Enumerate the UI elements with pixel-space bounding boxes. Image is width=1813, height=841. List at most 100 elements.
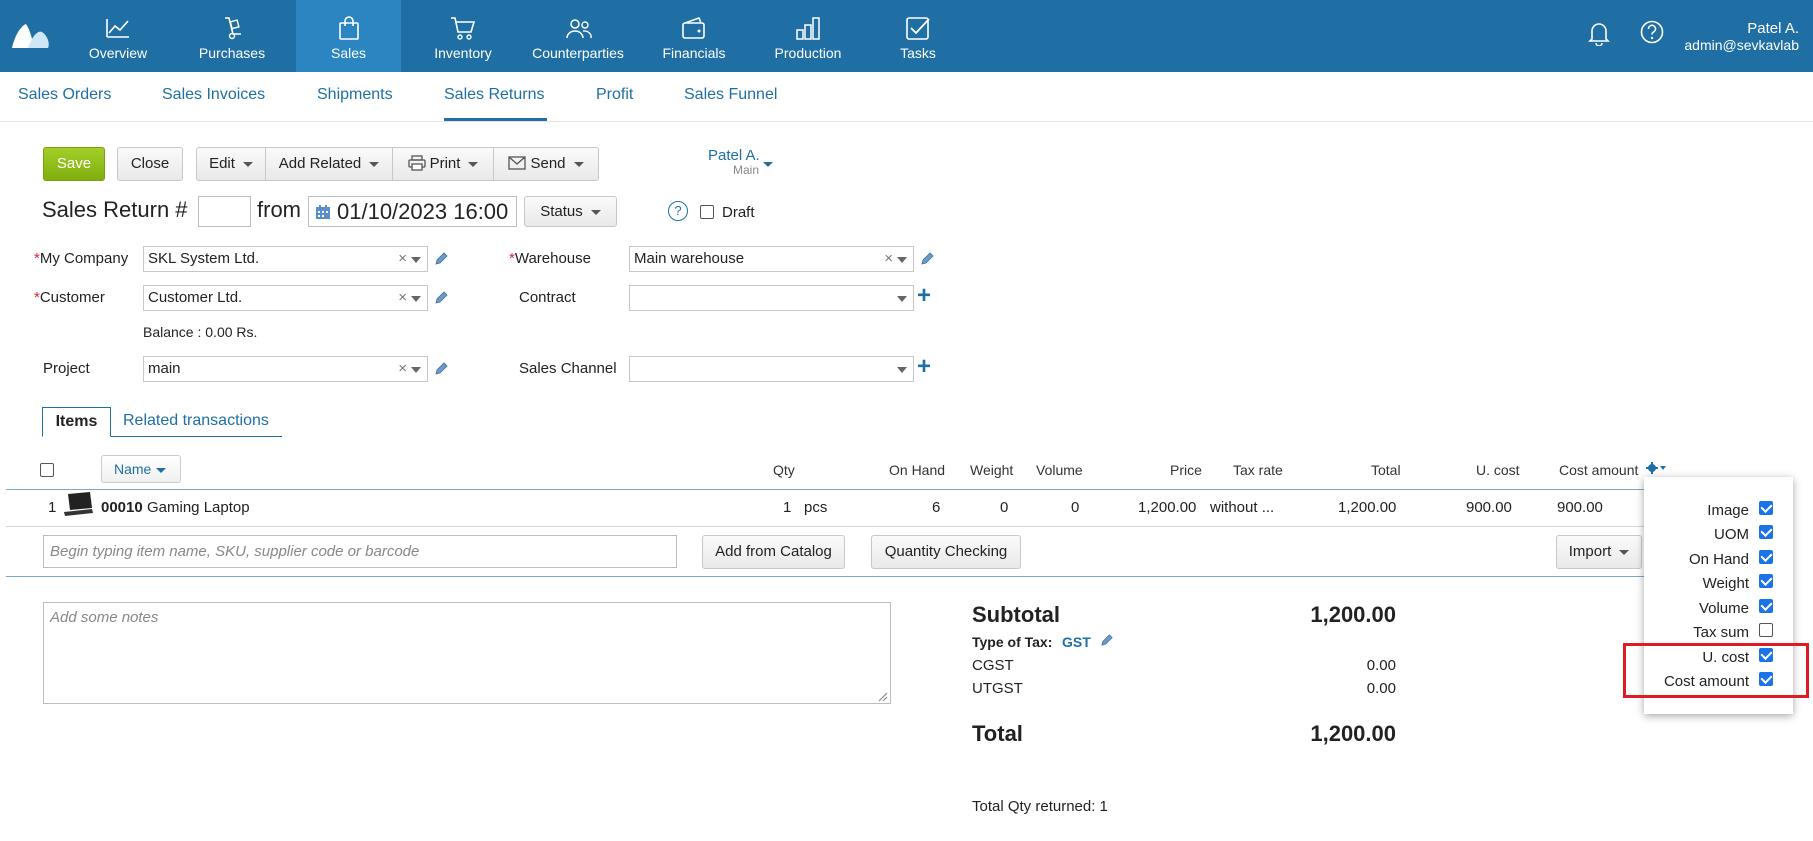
dropdown-arrow-icon[interactable] [897,296,907,302]
dropdown-arrow-icon[interactable] [411,257,421,263]
col-header-volume[interactable]: Volume [1036,462,1083,478]
col-header-tax-rate[interactable]: Tax rate [1233,462,1283,478]
contract-select[interactable] [629,285,914,311]
pencil-icon[interactable] [434,290,449,305]
tab-items[interactable]: Items [42,407,111,437]
add-related-dropdown[interactable]: Add Related [265,147,393,181]
send-dropdown[interactable]: Send [493,147,599,181]
pencil-icon[interactable] [434,361,449,376]
subnav-profit[interactable]: Profit [596,86,633,104]
clear-icon[interactable]: × [398,357,407,381]
sales-channel-select[interactable] [629,356,914,382]
owner-selector[interactable]: Patel A. [708,147,760,164]
add-sales-channel-icon[interactable]: + [917,353,931,381]
dropdown-arrow-icon[interactable] [411,296,421,302]
image-column-checkbox[interactable] [1759,501,1773,515]
add-contract-icon[interactable]: + [917,282,931,310]
close-button[interactable]: Close [117,147,183,181]
item-cost-amount: 900.00 [1557,499,1603,516]
subnav-sales-returns[interactable]: Sales Returns [444,86,545,104]
subnav-sales-invoices[interactable]: Sales Invoices [162,86,265,104]
popup-item-label: On Hand [1688,551,1749,568]
item-qty[interactable]: 1 [783,499,791,516]
dropdown-arrow-icon[interactable] [897,367,907,373]
col-header-u-cost[interactable]: U. cost [1476,462,1520,478]
date-input[interactable]: 01/10/2023 16:00 [308,196,517,227]
user-email[interactable]: admin@sevkavlab [1684,37,1799,53]
volume-column-checkbox[interactable] [1759,599,1773,613]
user-name[interactable]: Patel A. [1747,20,1799,37]
qty-returned-text: Total Qty returned: 1 [972,798,1108,815]
sales-subnav: Sales Orders Sales Invoices Shipments Sa… [0,72,1813,122]
edit-dropdown[interactable]: Edit [196,147,266,181]
nav-tasks[interactable]: Tasks [861,0,975,72]
warehouse-select[interactable]: Main warehouse × [629,246,914,272]
tab-related-transactions[interactable]: Related transactions [123,407,269,437]
clear-icon[interactable]: × [398,247,407,271]
bell-icon[interactable] [1588,20,1610,46]
nav-sales[interactable]: Sales [296,0,401,72]
nav-purchases[interactable]: Purchases [175,0,289,72]
col-header-qty[interactable]: Qty [773,462,795,478]
item-sku[interactable]: 00010 [101,499,143,516]
add-from-catalog-button[interactable]: Add from Catalog [702,535,845,569]
subnav-shipments[interactable]: Shipments [317,86,393,104]
return-number-input[interactable] [198,196,251,227]
laptop-thumbnail-icon[interactable] [62,492,94,516]
clear-icon[interactable]: × [884,247,893,271]
dropdown-arrow-icon[interactable] [897,257,907,263]
clear-icon[interactable]: × [398,286,407,310]
nav-overview[interactable]: Overview [61,0,175,72]
quantity-checking-button[interactable]: Quantity Checking [871,535,1021,569]
help-icon[interactable] [1640,20,1664,44]
nav-inventory[interactable]: Inventory [406,0,520,72]
status-dropdown[interactable]: Status [524,196,617,227]
col-header-cost-amount[interactable]: Cost amount [1559,462,1638,478]
chevron-down-icon[interactable] [763,162,773,167]
save-button[interactable]: Save [43,147,105,181]
nav-production[interactable]: Production [751,0,865,72]
on-hand-column-checkbox[interactable] [1759,550,1773,564]
name-sort-button[interactable]: Name [101,455,181,483]
settings-gear-icon[interactable] [1646,462,1666,474]
select-all-checkbox[interactable] [40,463,54,477]
tax-sum-column-checkbox[interactable] [1759,623,1773,637]
item-price[interactable]: 1,200.00 [1138,499,1196,516]
notes-textarea[interactable]: Add some notes [43,602,891,704]
calendar-icon[interactable] [315,204,331,220]
customer-select[interactable]: Customer Ltd. × [143,285,428,311]
nav-label: Overview [88,45,148,61]
col-header-on-hand[interactable]: On Hand [889,462,945,478]
import-dropdown[interactable]: Import [1556,535,1642,569]
chevron-down-icon [468,161,479,167]
dropdown-arrow-icon[interactable] [411,367,421,373]
item-tax-rate[interactable]: without ... [1210,499,1274,516]
nav-counterparties[interactable]: Counterparties [520,0,636,72]
help-icon[interactable]: ? [668,201,688,221]
print-dropdown[interactable]: Print [392,147,494,181]
weight-column-checkbox[interactable] [1759,574,1773,588]
tax-type-value[interactable]: GST [1062,634,1091,650]
uom-column-checkbox[interactable] [1759,525,1773,539]
item-name[interactable]: Gaming Laptop [147,499,250,516]
customer-label: *Customer [34,289,105,306]
nav-financials[interactable]: Financials [637,0,751,72]
red-highlight-box [1623,643,1809,698]
item-search-input[interactable]: Begin typing item name, SKU, supplier co… [43,535,677,568]
col-header-total[interactable]: Total [1371,462,1401,478]
pencil-icon[interactable] [434,251,449,266]
pencil-icon[interactable] [1100,633,1114,647]
subnav-sales-orders[interactable]: Sales Orders [18,86,111,104]
app-logo[interactable] [10,20,50,50]
draft-checkbox[interactable] [700,205,714,219]
chevron-down-icon [590,209,601,215]
project-select[interactable]: main × [143,356,428,382]
utgst-value: 0.00 [1366,680,1396,697]
subnav-sales-funnel[interactable]: Sales Funnel [684,86,777,104]
resize-handle-icon[interactable] [876,690,888,702]
col-header-weight[interactable]: Weight [970,462,1013,478]
customer-value: Customer Ltd. [148,289,243,306]
pencil-icon[interactable] [920,251,935,266]
col-header-price[interactable]: Price [1170,462,1202,478]
my-company-select[interactable]: SKL System Ltd. × [143,246,428,272]
